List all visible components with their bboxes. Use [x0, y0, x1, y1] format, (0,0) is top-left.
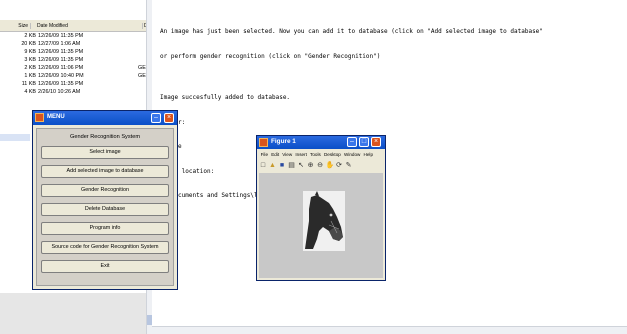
command-output-line: or perform gender recognition (click on … [160, 53, 381, 61]
file-row[interactable]: 4 KB 2/26/10 10:26 AM [0, 88, 150, 96]
data-cursor-icon[interactable]: ✎ [345, 162, 353, 170]
command-window[interactable]: An image has just been selected. Now you… [160, 12, 627, 217]
file-list-header: Size Date Modified Des [0, 20, 150, 32]
horizontal-scrollbar[interactable] [152, 326, 627, 334]
minimize-icon[interactable]: – [347, 137, 357, 147]
matlab-logo-icon [259, 138, 268, 147]
new-icon[interactable]: □ [259, 162, 267, 170]
menu-insert[interactable]: Insert [294, 150, 309, 159]
zoom-in-icon[interactable]: ⊕ [307, 162, 315, 170]
figure-window: Figure 1 – □ × File Edit View Insert Too… [256, 135, 386, 281]
command-output-line: Gender: [160, 119, 627, 127]
file-date: 2/26/10 10:26 AM [38, 89, 81, 95]
figure-menubar: File Edit View Insert Tools Desktop Wind… [259, 150, 383, 159]
menu-window[interactable]: Window [342, 150, 362, 159]
menu-panel: Gender Recognition System Select image A… [36, 128, 174, 286]
scrollbar-thumb[interactable] [147, 315, 152, 325]
desktop-screen: Size Date Modified Des 2 KB 12/26/09 11:… [0, 0, 627, 334]
file-row[interactable]: 2 KB 12/26/09 11:35 PM [0, 32, 150, 40]
open-icon[interactable]: ▲ [269, 162, 277, 170]
command-output-line: C:\Documents and Settings\lenovo\Desktop… [160, 192, 341, 200]
file-date: 12/26/09 10:40 PM [38, 73, 84, 79]
file-size: 1 KB [24, 73, 36, 79]
select-image-button[interactable]: Select image [41, 146, 169, 159]
add-to-database-button[interactable]: Add selected image to database [41, 165, 169, 178]
delete-database-button[interactable]: Delete Database [41, 203, 169, 216]
file-date: 12/26/09 11:06 PM [38, 65, 84, 71]
maximize-icon[interactable]: □ [359, 137, 369, 147]
file-row[interactable]: 2 KB 12/26/09 11:06 PM GE [0, 64, 150, 72]
minimize-icon[interactable]: – [151, 113, 161, 123]
file-size: 11 KB [21, 81, 36, 87]
zoom-out-icon[interactable]: ⊖ [316, 162, 324, 170]
menu-desktop[interactable]: Desktop [322, 150, 342, 159]
close-icon[interactable]: × [164, 113, 174, 123]
save-icon[interactable]: ■ [278, 162, 286, 170]
gender-recognition-button[interactable]: Gender Recognition [41, 184, 169, 197]
pan-icon[interactable]: ✋ [326, 162, 335, 170]
file-date: 12/26/09 11:35 PM [38, 49, 84, 55]
command-output-line: Image succesfully added to database. [160, 94, 291, 102]
file-row[interactable]: 20 KB 12/27/09 1:06 AM [0, 40, 150, 48]
rotate-icon[interactable]: ⟳ [335, 162, 343, 170]
menu-heading: Gender Recognition System [70, 134, 140, 140]
file-row[interactable]: 9 KB 12/26/09 11:35 PM [0, 48, 150, 56]
file-size: 9 KB [24, 49, 36, 55]
menu-view[interactable]: View [281, 150, 294, 159]
menu-file[interactable]: File [259, 150, 270, 159]
close-icon[interactable]: × [371, 137, 381, 147]
figure-canvas[interactable] [259, 173, 383, 278]
figure-toolbar: □ ▲ ■ ▤ ↖ ⊕ ⊖ ✋ ⟳ ✎ [259, 160, 383, 171]
file-size: 2 KB [24, 65, 36, 71]
matlab-logo-icon [35, 113, 44, 122]
panel-divider-strip [0, 134, 30, 141]
exit-button[interactable]: Exit [41, 260, 169, 273]
file-row[interactable]: 11 KB 12/26/09 11:35 PM [0, 80, 150, 88]
command-output-line: Image location: [160, 167, 215, 175]
horse-picture [303, 191, 345, 251]
file-date: 12/26/09 11:35 PM [38, 33, 84, 39]
horse-image [303, 191, 345, 251]
file-size: 2 KB [24, 33, 36, 39]
menu-window-title: MENU [47, 114, 65, 120]
menu-window: MENU – × Gender Recognition System Selec… [32, 110, 178, 290]
file-row[interactable]: 1 KB 12/26/09 10:40 PM GE [0, 72, 150, 80]
menu-window-titlebar[interactable]: MENU – × [33, 111, 177, 125]
file-date: 12/27/09 1:06 AM [38, 41, 81, 47]
column-size-header[interactable]: Size [0, 23, 30, 29]
file-row[interactable]: 3 KB 12/26/09 11:35 PM [0, 56, 150, 64]
menu-help[interactable]: Help [362, 150, 375, 159]
command-output-line: Female [160, 143, 627, 151]
print-icon[interactable]: ▤ [288, 162, 296, 170]
program-info-button[interactable]: Program info [41, 222, 169, 235]
figure-window-title: Figure 1 [271, 138, 296, 145]
figure-window-titlebar[interactable]: Figure 1 – □ × [257, 136, 385, 149]
file-date: 12/26/09 11:35 PM [38, 57, 84, 63]
panel-footer-area [0, 293, 150, 334]
file-size: 4 KB [24, 89, 36, 95]
column-date-modified-header[interactable]: Date Modified [30, 22, 142, 29]
source-code-button[interactable]: Source code for Gender Recognition Syste… [41, 241, 169, 254]
command-output-line: An image has just been selected. Now you… [160, 28, 543, 36]
menu-edit[interactable]: Edit [270, 150, 281, 159]
file-size: 20 KB [21, 41, 36, 47]
pointer-icon[interactable]: ↖ [297, 162, 305, 170]
menu-tools[interactable]: Tools [308, 150, 322, 159]
file-size: 3 KB [24, 57, 36, 63]
file-date: 12/26/09 11:35 PM [38, 81, 84, 87]
